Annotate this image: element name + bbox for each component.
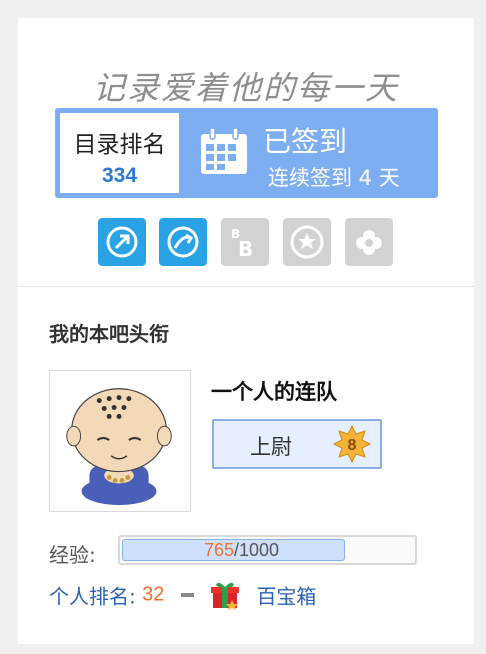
ranking-value[interactable]: 32 bbox=[142, 584, 164, 606]
badge-flower-icon[interactable] bbox=[345, 218, 393, 266]
badge-b-icon[interactable]: B B bbox=[221, 218, 269, 266]
rank-label: 目录排名 bbox=[73, 132, 166, 158]
sign-in-card: 记录爱着他的每一天 目录排名 334 已签到 连续签到 4 天 B B 我的本吧… bbox=[18, 18, 474, 644]
directory-rank[interactable]: 目录排名 334 bbox=[60, 113, 179, 193]
exp-progress-bar: 765/1000 bbox=[118, 535, 417, 565]
calendar-icon bbox=[201, 127, 247, 174]
badge-star-icon[interactable] bbox=[283, 218, 331, 266]
level-number: 8 bbox=[348, 437, 357, 454]
exp-current: 765 bbox=[203, 540, 234, 560]
exp-label: 经验: bbox=[49, 543, 96, 567]
level-title: 上尉 bbox=[250, 435, 292, 459]
badge-blue-swoosh-icon[interactable] bbox=[159, 218, 207, 266]
rank-value: 334 bbox=[101, 164, 138, 187]
group-name: 一个人的连队 bbox=[211, 379, 337, 404]
badge-blue-arrow-icon[interactable] bbox=[98, 218, 146, 266]
signed-status: 已签到 bbox=[263, 125, 348, 158]
treasure-box-link[interactable]: 百宝箱 bbox=[256, 585, 316, 609]
exp-max: 1000 bbox=[239, 540, 280, 560]
level-badge[interactable]: 上尉 8 bbox=[212, 419, 382, 469]
slogan: 记录爱着他的每一天 bbox=[92, 69, 399, 107]
exp-text: 765/1000 bbox=[120, 540, 419, 561]
signin-streak: 连续签到 4 天 bbox=[268, 166, 400, 190]
avatar[interactable] bbox=[49, 370, 191, 512]
level-star-icon: 8 bbox=[332, 424, 372, 464]
section-title: 我的本吧头衔 bbox=[49, 322, 169, 346]
divider bbox=[18, 286, 474, 287]
svg-text:B: B bbox=[238, 237, 253, 261]
personal-ranking: 个人排名: 32 百宝箱 bbox=[49, 580, 316, 612]
sign-in-box[interactable]: 目录排名 334 已签到 连续签到 4 天 bbox=[55, 108, 438, 198]
separator-dash bbox=[180, 593, 194, 597]
gift-icon[interactable] bbox=[210, 580, 240, 610]
ranking-label: 个人排名: bbox=[49, 584, 136, 609]
